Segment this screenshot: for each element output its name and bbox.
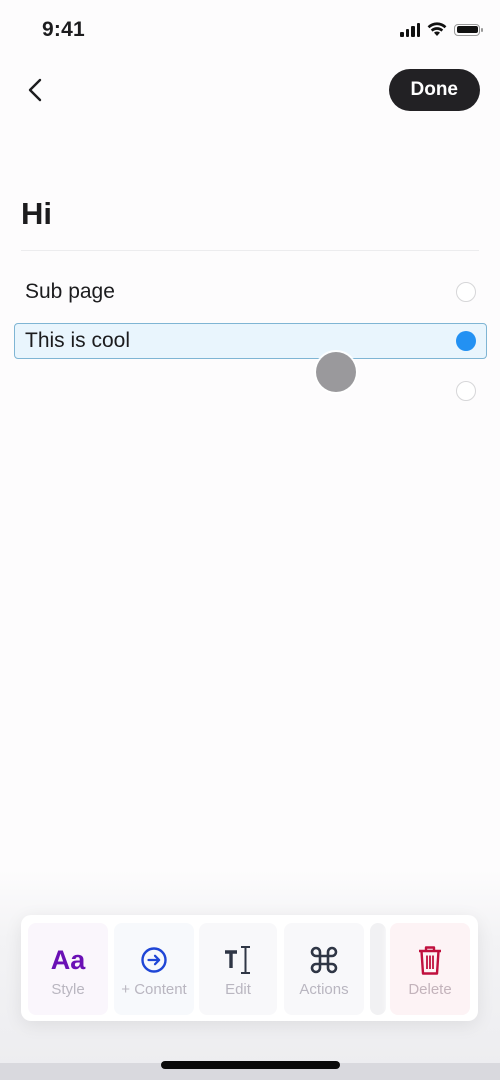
touch-indicator xyxy=(316,352,356,392)
actions-label: Actions xyxy=(299,981,349,998)
home-indicator[interactable] xyxy=(161,1061,340,1069)
status-bar: 9:41 xyxy=(0,0,500,60)
wifi-icon xyxy=(427,22,447,36)
edit-button[interactable]: Edit xyxy=(199,923,277,1015)
radio-button-selected[interactable] xyxy=(456,331,476,351)
add-content-label: + Content xyxy=(121,981,187,998)
cellular-signal-icon xyxy=(400,22,420,37)
style-button[interactable]: Aa Style xyxy=(28,923,108,1015)
delete-label: Delete xyxy=(408,981,452,998)
navigation-bar: Done xyxy=(0,68,500,112)
text-cursor-icon xyxy=(223,943,253,977)
actions-button[interactable]: Actions xyxy=(284,923,364,1015)
list-item[interactable]: Sub page xyxy=(14,274,487,310)
list-item-label[interactable]: This is cool xyxy=(25,329,456,353)
page-title[interactable]: Hi xyxy=(21,196,52,232)
status-time: 9:41 xyxy=(42,18,85,41)
list-item-selected[interactable]: This is cool xyxy=(14,323,487,359)
back-button[interactable] xyxy=(22,76,50,104)
chevron-left-icon xyxy=(28,78,42,102)
radio-button[interactable] xyxy=(456,282,476,302)
command-icon xyxy=(310,943,338,977)
edit-label: Edit xyxy=(225,981,251,998)
battery-icon xyxy=(454,23,483,36)
trash-icon xyxy=(417,943,443,977)
arrow-circle-right-icon xyxy=(140,943,168,977)
radio-button[interactable] xyxy=(456,381,476,401)
done-button[interactable]: Done xyxy=(388,69,480,111)
add-content-button[interactable]: + Content xyxy=(114,923,194,1015)
style-label: Style xyxy=(51,981,85,998)
delete-button[interactable]: Delete xyxy=(390,923,470,1015)
status-icons xyxy=(400,22,483,37)
list-item-empty[interactable] xyxy=(14,373,487,409)
text-style-icon: Aa xyxy=(50,944,86,975)
hidden-toolbar-item[interactable] xyxy=(370,923,386,1015)
list-item-label[interactable]: Sub page xyxy=(25,280,456,304)
block-toolbar: Aa Style + Content Edit Actions Delete xyxy=(21,915,478,1021)
title-divider xyxy=(21,250,479,251)
